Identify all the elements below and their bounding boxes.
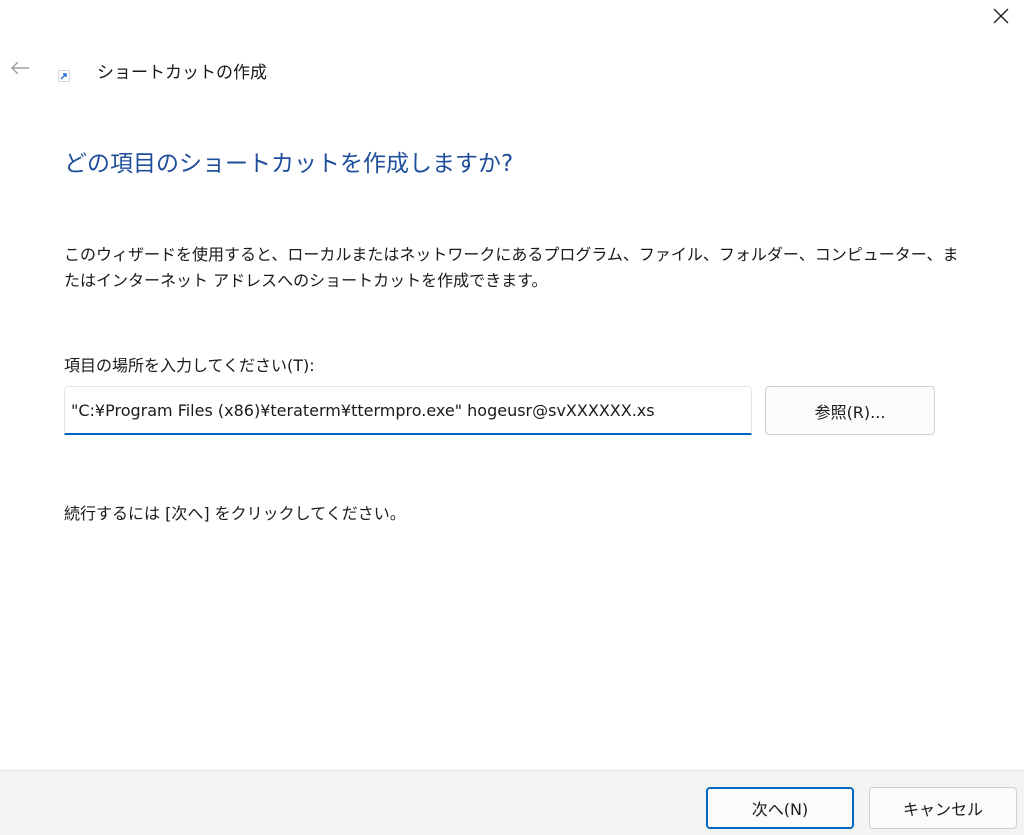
- next-button[interactable]: 次へ(N): [706, 787, 854, 829]
- continue-instruction: 続行するには [次へ] をクリックしてください。: [64, 504, 406, 523]
- create-shortcut-dialog: ショートカットの作成 どの項目のショートカットを作成しますか? このウィザードを…: [0, 0, 1024, 835]
- browse-button[interactable]: 参照(R)...: [765, 386, 935, 435]
- back-button[interactable]: [4, 54, 36, 82]
- location-label: 項目の場所を入力してください(T):: [64, 356, 315, 375]
- shortcut-arrow-icon: [58, 70, 70, 82]
- close-icon: [993, 8, 1009, 24]
- cancel-button[interactable]: キャンセル: [869, 787, 1017, 829]
- back-arrow-icon: [11, 61, 29, 75]
- location-input[interactable]: "C:¥Program Files (x86)¥teraterm¥ttermpr…: [64, 386, 752, 435]
- dialog-footer: 次へ(N) キャンセル: [0, 770, 1024, 835]
- close-button[interactable]: [978, 0, 1024, 32]
- wizard-title: ショートカットの作成: [97, 63, 267, 83]
- wizard-description: このウィザードを使用すると、ローカルまたはネットワークにあるプログラム、ファイル…: [64, 245, 959, 290]
- page-heading: どの項目のショートカットを作成しますか?: [64, 151, 514, 177]
